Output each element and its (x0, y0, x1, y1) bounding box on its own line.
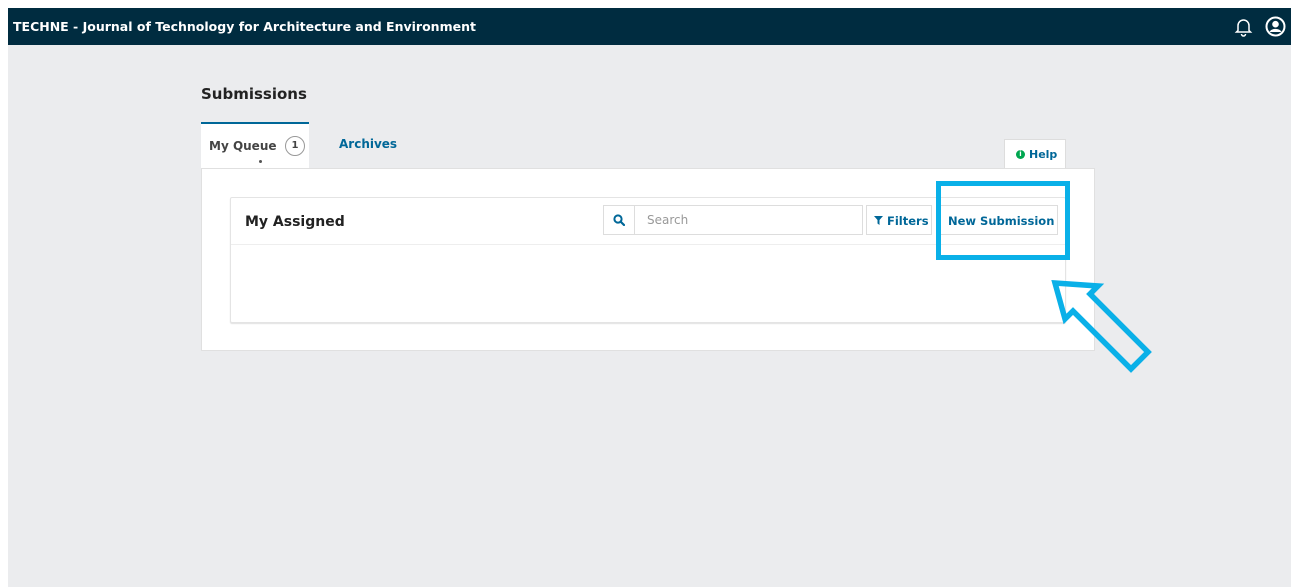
journal-title[interactable]: TECHNE - Journal of Technology for Archi… (13, 19, 476, 34)
list-header: My Assigned Filters (231, 198, 1065, 245)
tab-my-queue[interactable]: My Queue 1 (201, 122, 309, 168)
app-window: TECHNE - Journal of Technology for Archi… (8, 8, 1291, 587)
list-title: My Assigned (245, 214, 345, 230)
filters-label: Filters (887, 214, 929, 228)
new-submission-button[interactable]: New Submission (939, 205, 1058, 235)
help-button[interactable]: i Help (1004, 139, 1066, 169)
search-input[interactable] (635, 206, 861, 234)
tab-my-queue-label: My Queue (209, 139, 277, 153)
filters-button[interactable]: Filters (866, 205, 932, 235)
active-tab-dot (259, 160, 262, 163)
filter-icon (874, 216, 883, 225)
new-submission-label: New Submission (948, 214, 1055, 228)
tab-archives[interactable]: Archives (339, 137, 397, 151)
search-box (603, 205, 863, 235)
queue-count-badge: 1 (285, 136, 305, 156)
help-label: Help (1029, 148, 1058, 161)
info-circle-icon: i (1016, 150, 1025, 159)
search-icon[interactable] (604, 206, 635, 234)
user-circle-icon[interactable] (1265, 16, 1286, 37)
queue-panel: My Assigned Filters (201, 168, 1095, 351)
page-title: Submissions (201, 85, 307, 103)
bell-icon[interactable] (1233, 16, 1254, 37)
top-navbar: TECHNE - Journal of Technology for Archi… (8, 8, 1291, 45)
my-assigned-list: My Assigned Filters (230, 197, 1066, 323)
submission-tabs: My Queue 1 Archives (201, 122, 1001, 169)
